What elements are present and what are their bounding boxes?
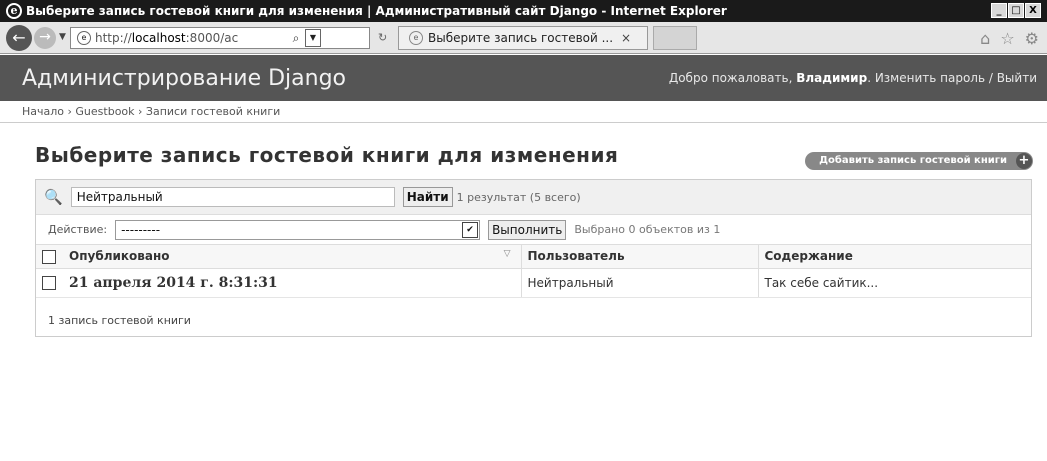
window-titlebar: e Выберите запись гостевой книги для изм… [0,0,1047,22]
action-label: Действие: [48,223,108,236]
search-icon[interactable]: ⌕ [287,31,305,46]
table-header-row: Опубликовано ▽ Пользователь Содержание [36,245,1031,269]
admin-header: Администрирование Django Добро пожаловат… [0,55,1047,101]
user-links[interactable]: . Изменить пароль / Выйти [867,71,1037,85]
user-tools: Добро пожаловать, Владимир. Изменить пар… [669,71,1037,85]
maximize-button[interactable]: □ [1008,3,1024,18]
user-cell: Нейтральный [521,268,759,298]
selection-counter: Выбрано 0 объектов из 1 [574,223,721,236]
tab-close-icon[interactable]: × [621,31,631,45]
add-entry-button[interactable]: Добавить запись гостевой книги + [805,152,1033,170]
tab-title: Выберите запись гостевой ... [428,31,614,45]
column-header-user[interactable]: Пользователь [521,245,759,269]
breadcrumb[interactable]: Начало › Guestbook › Записи гостевой кни… [0,101,1047,123]
page-icon: e [77,31,91,45]
column-header-content[interactable]: Содержание [758,245,1031,269]
sort-arrow-icon[interactable]: ▽ [504,249,511,259]
plus-icon: + [1016,153,1032,169]
changelist: 🔍 Найти 1 результат (5 всего) Действие: … [35,179,1032,337]
minimize-button[interactable]: _ [991,3,1007,18]
search-button[interactable]: Найти [402,187,453,207]
address-bar[interactable]: e http://localhost:8000/ac ⌕ ▼ [70,27,370,49]
page-title: Выберите запись гостевой книги для измен… [35,143,619,167]
column-header-published[interactable]: Опубликовано ▽ [63,245,522,269]
welcome-text: Добро пожаловать, [668,71,793,85]
action-select-value: --------- [121,222,161,237]
run-action-button[interactable]: Выполнить [488,219,567,240]
address-dropdown-icon[interactable]: ▼ [305,29,321,47]
internet-explorer-icon: e [6,3,22,19]
published-link[interactable]: 21 апреля 2014 г. 8:31:31 [63,268,522,298]
select-all-checkbox[interactable] [42,249,56,264]
search-input[interactable] [70,187,395,207]
new-tab-button[interactable] [653,26,697,50]
content-cell: Так себе сайтик... [758,268,1031,298]
row-checkbox-cell [36,268,63,298]
back-button[interactable]: ← [6,25,32,51]
favorites-icon[interactable]: ☆ [1000,29,1014,48]
window-title: Выберите запись гостевой книги для измен… [26,4,727,18]
page-content: Администрирование Django Добро пожаловат… [0,55,1047,461]
refresh-icon[interactable]: ↻ [378,31,387,44]
forward-button[interactable]: → [34,27,56,49]
history-dropdown-icon[interactable]: ▼ [59,32,66,42]
search-result-count: 1 результат (5 всего) [456,190,581,204]
chevron-down-icon[interactable]: ✔ [462,221,479,238]
actions-bar: Действие: --------- ✔ Выполнить Выбрано … [36,215,1031,245]
select-all-cell [36,245,63,269]
action-select[interactable]: --------- ✔ [115,219,481,240]
row-checkbox[interactable] [42,275,56,290]
url-text[interactable]: http://localhost:8000/ac [95,31,287,45]
tab-page-icon: e [409,31,423,45]
magnifier-icon: 🔍 [44,188,63,206]
table-row: 21 апреля 2014 г. 8:31:31 Нейтральный Та… [36,268,1031,298]
site-branding[interactable]: Администрирование Django [22,66,346,91]
home-icon[interactable]: ⌂ [980,29,990,48]
tools-gear-icon[interactable]: ⚙ [1025,29,1039,48]
browser-toolbar-icons: ⌂ ☆ ⚙ [980,29,1039,48]
add-entry-label: Добавить запись гостевой книги [819,155,1007,166]
window-controls: _ □ X [991,3,1041,18]
username: Владимир [796,71,868,85]
browser-tab[interactable]: e Выберите запись гостевой ... × [398,26,648,50]
close-window-button[interactable]: X [1025,3,1041,18]
results-table: Опубликовано ▽ Пользователь Содержание 21… [36,245,1031,298]
browser-toolbar: ← → ▼ e http://localhost:8000/ac ⌕ ▼ ↻ e… [0,22,1047,54]
paginator: 1 запись гостевой книги [48,313,191,327]
search-toolbar: 🔍 Найти 1 результат (5 всего) [36,180,1031,215]
